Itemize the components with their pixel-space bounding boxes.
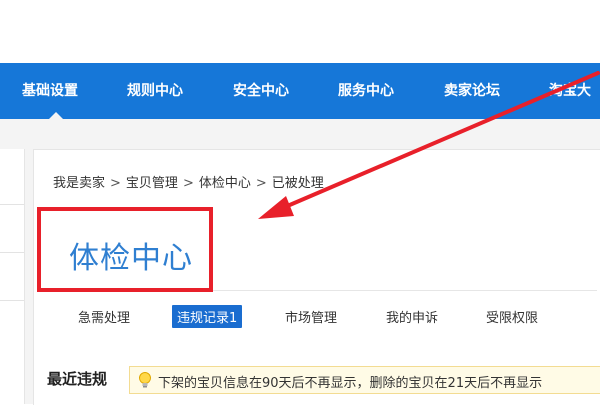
tab-urgent[interactable]: 急需处理 — [78, 307, 130, 326]
notice-bar: 下架的宝贝信息在90天后不再显示，删除的宝贝在21天后不再显示 — [129, 366, 600, 394]
active-nav-caret-icon — [49, 112, 63, 119]
breadcrumb-separator: > — [182, 176, 194, 191]
tab-restricted-permissions[interactable]: 受限权限 — [486, 307, 538, 326]
recent-violations-title: 最近违规 — [47, 370, 108, 388]
nav-item-seller-forum[interactable]: 卖家论坛 — [444, 63, 500, 119]
breadcrumb-item-my-seller[interactable]: 我是卖家 — [53, 176, 105, 191]
breadcrumb-item-item-management[interactable]: 宝贝管理 — [126, 176, 178, 191]
sidebar-divider — [0, 252, 24, 253]
tab-violation-records[interactable]: 违规记录1 — [172, 305, 243, 328]
notice-text: 下架的宝贝信息在90天后不再显示，删除的宝贝在21天后不再显示 — [158, 376, 543, 391]
top-blank-area — [0, 0, 600, 63]
left-sidebar — [0, 149, 25, 404]
breadcrumb-item-checkup-center[interactable]: 体检中心 — [199, 176, 251, 191]
breadcrumb-separator: > — [110, 176, 121, 191]
breadcrumb: 我是卖家 > 宝贝管理 > 体检中心 > 已被处理 — [53, 172, 324, 191]
breadcrumb-separator: > — [255, 176, 267, 191]
sidebar-divider — [0, 204, 24, 205]
main-nav-bar: 基础设置 规则中心 安全中心 服务中心 卖家论坛 淘宝大 — [0, 63, 600, 119]
tab-my-appeals[interactable]: 我的申诉 — [386, 307, 438, 326]
nav-item-rules-center[interactable]: 规则中心 — [127, 63, 183, 119]
nav-item-basic-settings[interactable]: 基础设置 — [22, 63, 78, 119]
lightbulb-icon — [139, 372, 151, 388]
breadcrumb-item-processed: 已被处理 — [271, 176, 324, 191]
nav-item-service-center[interactable]: 服务中心 — [338, 63, 394, 119]
sidebar-divider — [0, 300, 24, 301]
nav-item-taobao-university[interactable]: 淘宝大 — [549, 63, 591, 119]
annotation-highlight-box — [37, 207, 213, 292]
tab-market-management[interactable]: 市场管理 — [285, 307, 337, 326]
nav-item-security-center[interactable]: 安全中心 — [233, 63, 289, 119]
